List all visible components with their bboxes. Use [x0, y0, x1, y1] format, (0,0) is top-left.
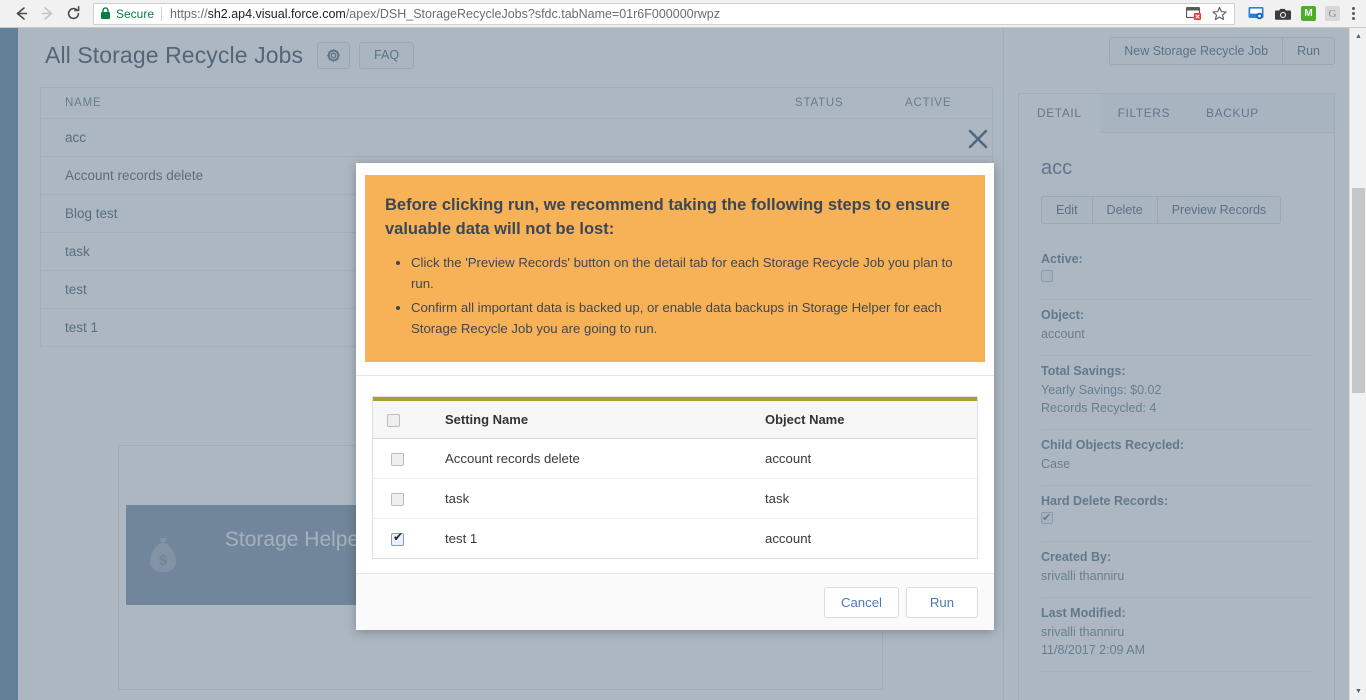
column-header-setting-name: Setting Name: [445, 401, 765, 440]
cell-setting-name: task: [445, 478, 765, 520]
modal-footer: Cancel Run: [356, 573, 994, 630]
modal-body: Setting Name Object Name Account records…: [356, 376, 994, 573]
row-checkbox[interactable]: [391, 453, 404, 467]
page-viewport: All Storage Recycle Jobs FAQ NAME STATUS…: [0, 28, 1366, 700]
alert-bullet: Click the 'Preview Records' button on th…: [411, 252, 965, 294]
select-all-checkbox[interactable]: [387, 414, 400, 428]
url-path: /apex/DSH_StorageRecycleJobs?sfdc.tabNam…: [345, 6, 720, 21]
browser-toolbar: Secure https://sh2.ap4.visual.force.com/…: [0, 0, 1366, 28]
shield-extension-icon[interactable]: M: [1301, 6, 1316, 21]
row-select-cell: [373, 519, 445, 559]
table-row[interactable]: Account records delete account: [373, 438, 977, 480]
row-select-cell: [373, 478, 445, 520]
g-extension-icon[interactable]: G: [1325, 6, 1340, 21]
settings-table-header-row: Setting Name Object Name: [373, 401, 977, 440]
table-row[interactable]: test 1 account: [373, 519, 977, 559]
scroll-up-arrow-icon[interactable]: ▲: [1350, 28, 1366, 45]
cell-object-name: account: [765, 531, 812, 547]
alert-bullet: Confirm all important data is backed up,…: [411, 297, 965, 339]
cancel-button[interactable]: Cancel: [823, 586, 899, 618]
cell-object-name: task: [765, 478, 977, 520]
scrollbar-thumb[interactable]: [1352, 188, 1365, 393]
reload-icon[interactable]: [60, 1, 86, 27]
run-button[interactable]: Run: [906, 586, 978, 618]
url-scheme: https://: [170, 6, 208, 21]
run-confirmation-modal: Before clicking run, we recommend taking…: [356, 163, 994, 630]
forward-arrow-icon[interactable]: [34, 1, 60, 27]
camera-icon[interactable]: [1274, 5, 1292, 23]
popup-blocked-icon[interactable]: [1185, 5, 1203, 23]
back-arrow-icon[interactable]: [8, 1, 34, 27]
settings-grid: Setting Name Object Name Account records…: [372, 396, 978, 560]
cell-setting-name: Account records delete: [445, 438, 765, 480]
alert-heading: Before clicking run, we recommend taking…: [385, 196, 950, 238]
column-header-object-name: Object Name: [765, 401, 977, 440]
alert-bullet-list: Click the 'Preview Records' button on th…: [385, 252, 965, 339]
omnibox-divider: [161, 6, 163, 21]
warning-alert: Before clicking run, we recommend taking…: [365, 175, 985, 362]
kebab-menu-icon[interactable]: [1349, 7, 1358, 20]
select-all-cell: [373, 401, 445, 440]
url-host: sh2.ap4.visual.force.com: [207, 6, 346, 21]
row-checkbox[interactable]: [391, 493, 404, 507]
settings-table: Setting Name Object Name Account records…: [373, 401, 977, 558]
url-text: https://sh2.ap4.visual.force.com/apex/DS…: [170, 7, 1179, 21]
table-row[interactable]: task task: [373, 478, 977, 520]
row-checkbox[interactable]: [391, 530, 404, 547]
screen-capture-icon[interactable]: [1247, 5, 1265, 23]
cell-object-name: account: [765, 438, 977, 480]
lock-icon: [100, 7, 111, 20]
security-label: Secure: [116, 6, 155, 21]
cell-setting-name: test 1: [445, 531, 478, 547]
browser-extensions: M G: [1241, 5, 1358, 23]
page-scrollbar[interactable]: ▲ ▼: [1349, 28, 1366, 700]
row-select-cell: [373, 438, 445, 480]
address-bar[interactable]: Secure https://sh2.ap4.visual.force.com/…: [93, 2, 1235, 25]
star-icon[interactable]: [1210, 5, 1228, 23]
scroll-down-arrow-icon[interactable]: ▼: [1350, 683, 1366, 700]
close-icon[interactable]: [963, 124, 993, 154]
